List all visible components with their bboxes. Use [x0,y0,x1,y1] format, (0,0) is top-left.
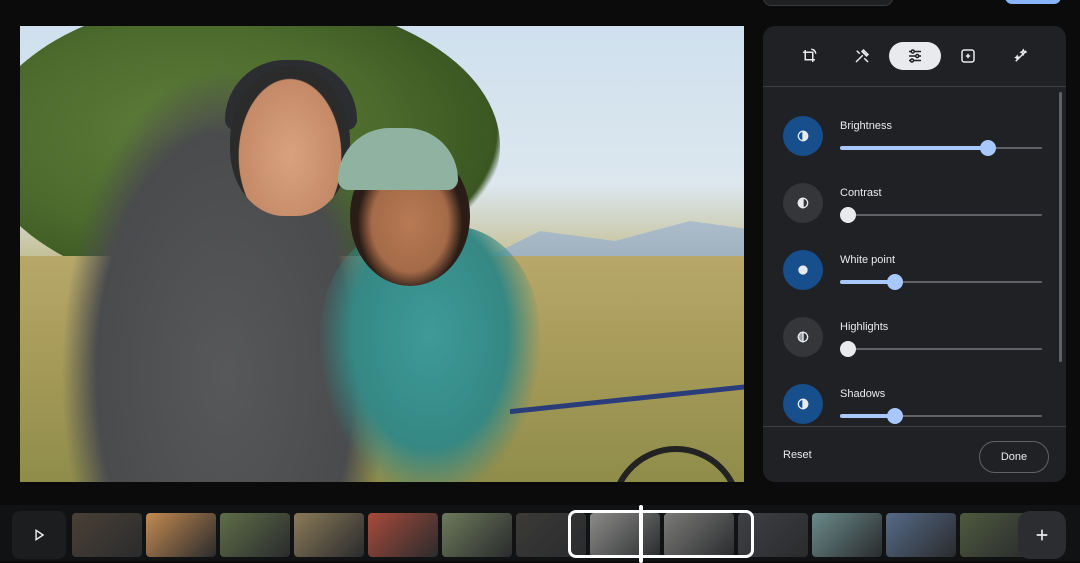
brightness-icon[interactable] [783,116,823,156]
adjust-row-highlights: Highlights [763,301,1053,361]
clip-selection[interactable] [568,510,754,558]
play-icon [35,528,45,542]
playhead[interactable] [639,505,643,563]
scrollbar[interactable] [1059,92,1062,362]
filmstrip-thumbnail[interactable] [812,513,882,557]
highlights-slider[interactable] [840,341,1042,357]
filter-icon [961,49,975,63]
adjust-row-contrast: Contrast [763,167,1053,227]
adjust-row-brightness: Brightness [763,100,1053,160]
edit-tool-tabs [763,26,1066,86]
white-point-slider[interactable] [840,274,1042,290]
contrast-icon[interactable] [783,183,823,223]
adjust-row-white-point: White point [763,234,1053,294]
brightness-slider[interactable] [840,140,1042,156]
done-button[interactable]: Done [979,441,1049,473]
tools-icon [855,48,870,63]
edit-panel: Brightness Contrast White point Highligh… [763,26,1066,482]
top-primary-button[interactable] [1005,0,1061,4]
tab-tools[interactable] [836,42,888,70]
photo-preview [20,26,744,482]
panel-footer: Reset Done [763,426,1066,482]
highlights-icon[interactable] [783,317,823,357]
filmstrip-thumbnail[interactable] [886,513,956,557]
tab-adjust[interactable] [889,42,941,70]
white-point-icon[interactable] [783,250,823,290]
tab-filters[interactable] [942,42,994,70]
filmstrip-thumbnail[interactable] [220,513,290,557]
shadows-slider[interactable] [840,408,1042,424]
filmstrip-thumbnail[interactable] [294,513,364,557]
filmstrip [0,505,1080,563]
filmstrip-thumbnail[interactable] [442,513,512,557]
tab-crop-rotate[interactable] [783,42,835,70]
reset-button[interactable]: Reset [783,449,812,461]
filmstrip-thumbnail[interactable] [146,513,216,557]
sparkle-icon [1014,48,1028,62]
adjust-label: Highlights [840,321,889,333]
sliders-icon [909,49,921,63]
shadows-icon[interactable] [783,384,823,424]
adjust-label: White point [840,254,896,266]
contrast-slider[interactable] [840,207,1042,223]
top-bar [0,0,1080,20]
tab-effects[interactable] [995,42,1047,70]
adjust-label: Shadows [840,388,886,400]
filmstrip-thumbnail[interactable] [72,513,142,557]
crop-rotate-icon [803,48,817,62]
play-button[interactable] [12,511,66,559]
plus-icon [1036,529,1048,541]
divider [763,86,1066,87]
top-control[interactable] [763,0,893,6]
add-button[interactable] [1018,511,1066,559]
adjust-label: Brightness [840,120,892,132]
filmstrip-thumbnail[interactable] [368,513,438,557]
adjust-row-shadows: Shadows [763,368,1053,428]
adjust-label: Contrast [840,187,882,199]
